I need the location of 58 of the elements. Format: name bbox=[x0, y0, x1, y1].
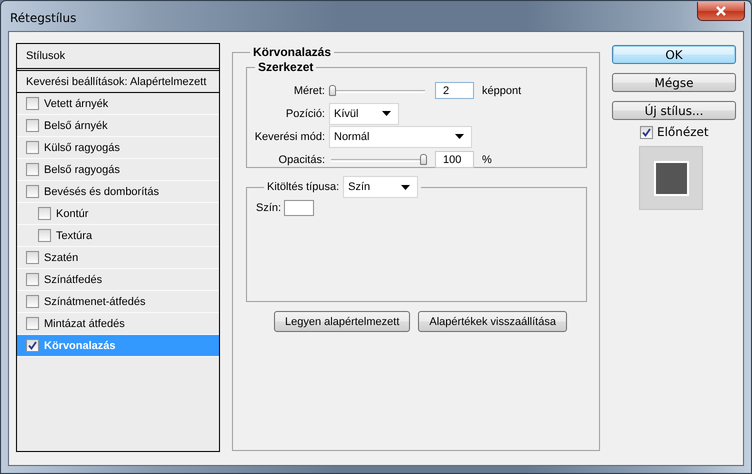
close-icon bbox=[715, 6, 727, 16]
position-dropdown[interactable]: Kívül bbox=[329, 102, 399, 124]
checkbox[interactable] bbox=[26, 141, 39, 154]
unit-label: képpont bbox=[482, 84, 522, 96]
list-item[interactable]: Színátmenet-átfedés bbox=[17, 291, 219, 313]
action-button[interactable]: Legyen alapértelmezett bbox=[274, 311, 410, 332]
dialog-button[interactable]: Mégse bbox=[612, 73, 736, 92]
window-title: Rétegstílus bbox=[10, 11, 76, 25]
section-title: Szerkezet bbox=[257, 60, 314, 74]
checkbox[interactable] bbox=[26, 185, 39, 198]
checkbox[interactable] bbox=[26, 295, 39, 308]
field-label: Kitöltés típusa: bbox=[267, 181, 340, 193]
dialog-button[interactable]: Új stílus... bbox=[612, 101, 736, 120]
close-button[interactable] bbox=[697, 2, 745, 21]
field-label: Pozíció: bbox=[284, 108, 326, 120]
list-item[interactable]: Kontúr bbox=[17, 203, 219, 225]
list-item[interactable]: Színátfedés bbox=[17, 269, 219, 291]
input-field[interactable]: 2 bbox=[435, 82, 474, 99]
checkbox[interactable] bbox=[640, 126, 653, 138]
dropdown-arrow-icon bbox=[401, 184, 410, 190]
blend-mode-dropdown[interactable]: Normál bbox=[329, 126, 472, 148]
list-item[interactable]: Textúra bbox=[17, 225, 219, 247]
list-item[interactable]: Belső ragyogás bbox=[17, 159, 219, 181]
checkbox[interactable] bbox=[26, 97, 39, 110]
checkbox[interactable] bbox=[26, 273, 39, 286]
list-item[interactable]: Bevésés és domborítás bbox=[17, 181, 219, 203]
unit-label: % bbox=[482, 154, 492, 166]
checkbox[interactable] bbox=[38, 207, 51, 220]
checkbox[interactable] bbox=[26, 251, 39, 264]
list-item[interactable]: Keverési beállítások: Alapértelmezett bbox=[17, 72, 219, 93]
checkbox-label: Előnézet bbox=[657, 125, 709, 139]
action-button[interactable]: Alapértékek visszaállítása bbox=[418, 311, 567, 332]
preview-swatch bbox=[654, 160, 688, 196]
fill-type-dropdown[interactable]: Szín bbox=[343, 176, 418, 198]
list-item[interactable]: Belső árnyék bbox=[17, 115, 219, 137]
checkbox[interactable] bbox=[26, 339, 39, 352]
checkbox[interactable] bbox=[26, 317, 39, 330]
checkbox[interactable] bbox=[26, 119, 39, 132]
field-label: Szín: bbox=[256, 202, 282, 214]
list-item[interactable]: Vetett árnyék bbox=[17, 93, 219, 115]
field-label: Keverési mód: bbox=[254, 130, 326, 142]
color-swatch[interactable] bbox=[284, 200, 314, 216]
section-title: Körvonalazás bbox=[252, 45, 332, 59]
field-label: Opacitás: bbox=[278, 154, 326, 166]
dialog-button[interactable]: OK bbox=[612, 45, 736, 64]
checkbox[interactable] bbox=[38, 229, 51, 242]
input-field[interactable]: 100 bbox=[435, 151, 474, 168]
slider-thumb[interactable] bbox=[420, 154, 427, 165]
list-header: Stílusok bbox=[17, 44, 219, 71]
list-item[interactable]: Szatén bbox=[17, 247, 219, 269]
dropdown-arrow-icon bbox=[455, 134, 464, 139]
dropdown-arrow-icon bbox=[382, 111, 391, 116]
checkbox[interactable] bbox=[26, 163, 39, 176]
field-label: Méret: bbox=[292, 84, 326, 96]
list-item[interactable]: Külső ragyogás bbox=[17, 137, 219, 159]
slider-thumb[interactable] bbox=[329, 85, 336, 96]
slider-track[interactable] bbox=[329, 85, 427, 96]
slider-track[interactable] bbox=[329, 154, 427, 165]
